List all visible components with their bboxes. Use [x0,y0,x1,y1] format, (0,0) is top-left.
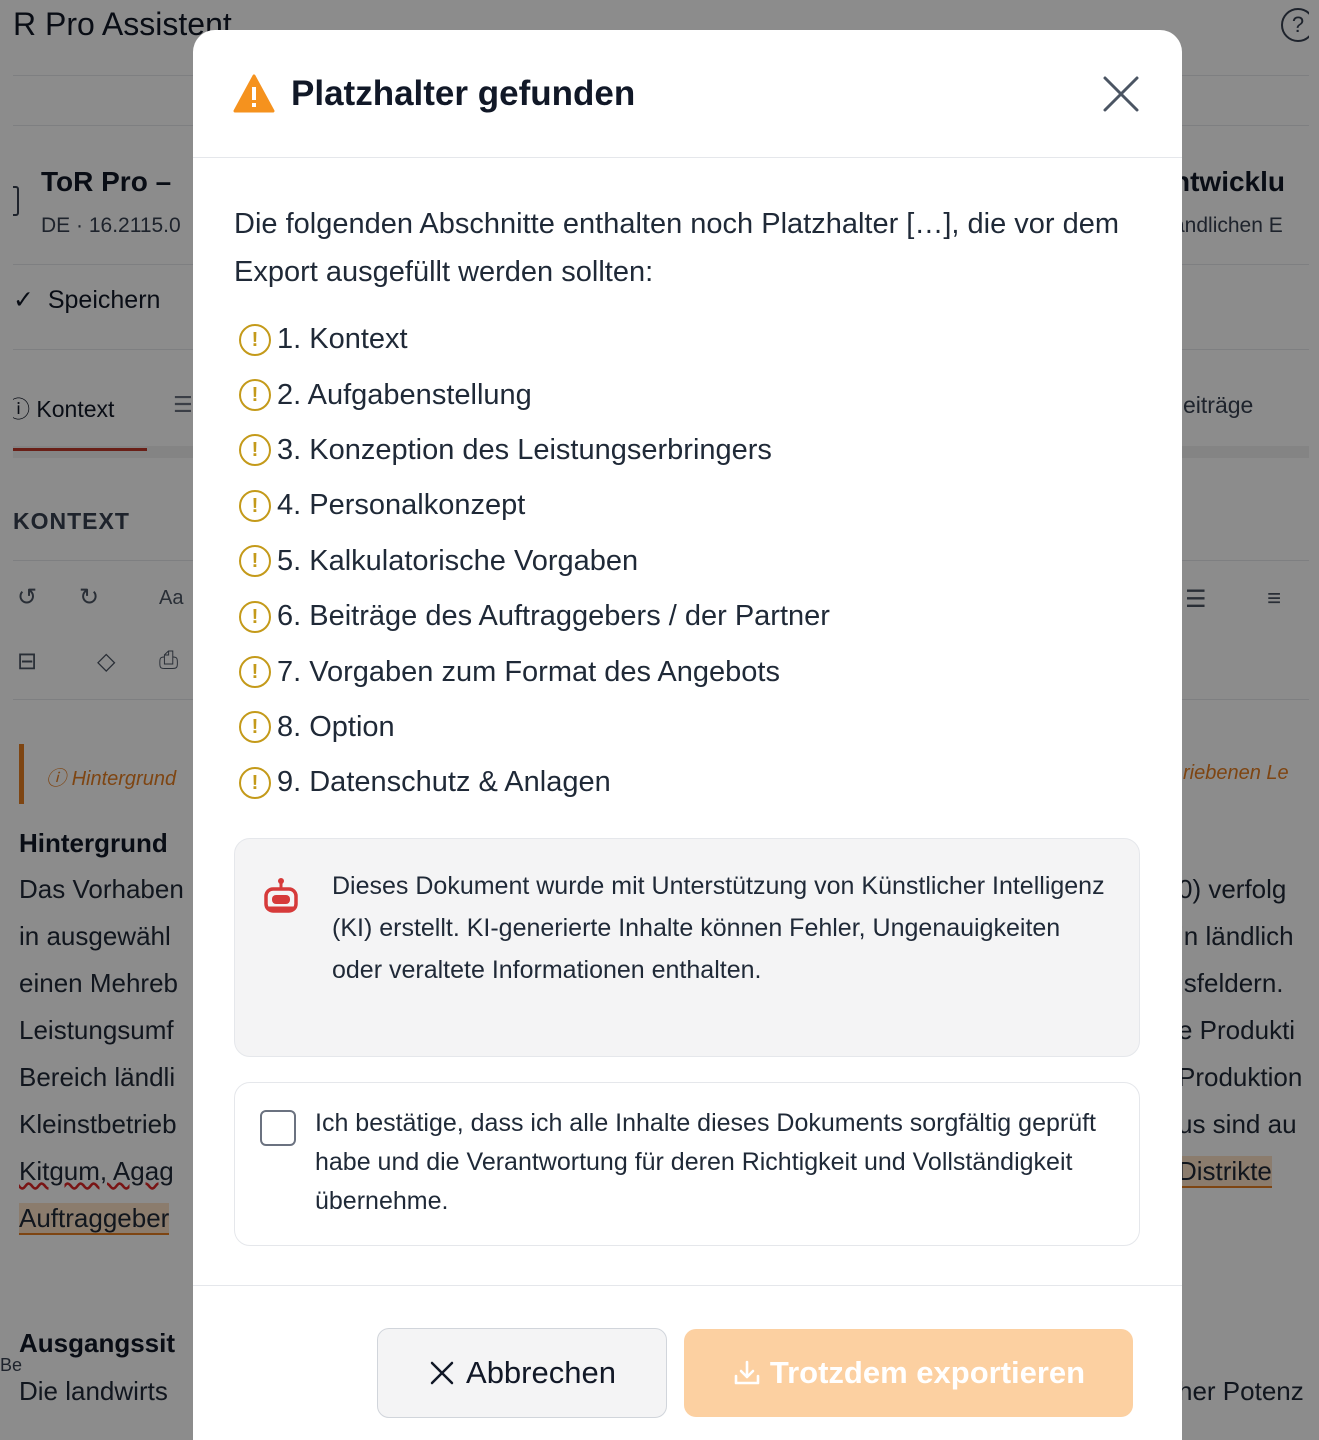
exclamation-circle-icon: ! [239,545,271,578]
list-item: ! 1. Kontext [239,312,830,367]
list-item: ! 4. Personalkonzept [239,478,830,533]
confirmation-box: Ich bestätige, dass ich alle Inhalte die… [234,1082,1140,1246]
confirm-checkbox[interactable] [260,1110,296,1146]
export-button-label: Trotzdem exportieren [769,1355,1086,1390]
exclamation-circle-icon: ! [239,711,271,744]
exclamation-circle-icon: ! [239,379,271,412]
list-item: ! 3. Konzeption des Leistungserbringers [239,423,830,478]
placeholder-dialog: Platzhalter gefunden Die folgenden Absch… [193,30,1182,1440]
dialog-footer: Abbrechen Trotzdem exportieren [193,1285,1182,1440]
section-name: 1. Kontext [277,323,408,356]
warning-triangle-icon [233,74,275,113]
robot-icon [264,878,298,913]
list-item: ! 7. Vorgaben zum Format des Angebots [239,644,830,699]
ai-notice-text: Dieses Dokument wurde mit Unterstützung … [332,872,1105,984]
list-item: ! 5. Kalkulatorische Vorgaben [239,534,830,589]
x-icon [430,1361,454,1385]
exclamation-circle-icon: ! [239,323,271,356]
section-name: 4. Personalkonzept [277,489,526,522]
exclamation-circle-icon: ! [239,656,271,689]
confirm-text[interactable]: Ich bestätige, dass ich alle Inhalte die… [315,1104,1135,1221]
list-item: ! 9. Datenschutz & Anlagen [239,755,830,810]
cancel-button-label: Abbrechen [466,1355,616,1390]
exclamation-circle-icon: ! [239,600,271,633]
download-icon [734,1360,760,1385]
list-item: ! 2. Aufgabenstellung [239,367,830,422]
placeholder-section-list: ! 1. Kontext ! 2. Aufgabenstellung ! 3. Kon… [239,312,830,811]
section-name: 3. Konzeption des Leistungserbringers [277,433,772,466]
list-item: ! 8. Option [239,700,830,755]
export-anyway-button[interactable]: Trotzdem exportieren [684,1329,1133,1417]
section-name: 7. Vorgaben zum Format des Angebots [277,655,780,688]
close-icon[interactable] [1101,74,1141,114]
section-name: 6. Beiträge des Auftraggebers / der Part… [277,600,830,633]
exclamation-circle-icon: ! [239,434,271,467]
exclamation-circle-icon: ! [239,766,271,799]
dialog-header: Platzhalter gefunden [193,30,1182,158]
dialog-title: Platzhalter gefunden [291,74,636,113]
cancel-button[interactable]: Abbrechen [377,1328,667,1418]
dialog-intro-text: Die folgenden Abschnitte enthalten noch … [234,208,1120,288]
list-item: ! 6. Beiträge des Auftraggebers / der Par… [239,589,830,644]
section-name: 2. Aufgabenstellung [277,378,532,411]
exclamation-circle-icon: ! [239,489,271,522]
section-name: 8. Option [277,710,395,743]
section-name: 9. Datenschutz & Anlagen [277,766,611,799]
ai-notice-box: Dieses Dokument wurde mit Unterstützung … [234,838,1140,1057]
section-name: 5. Kalkulatorische Vorgaben [277,544,639,577]
